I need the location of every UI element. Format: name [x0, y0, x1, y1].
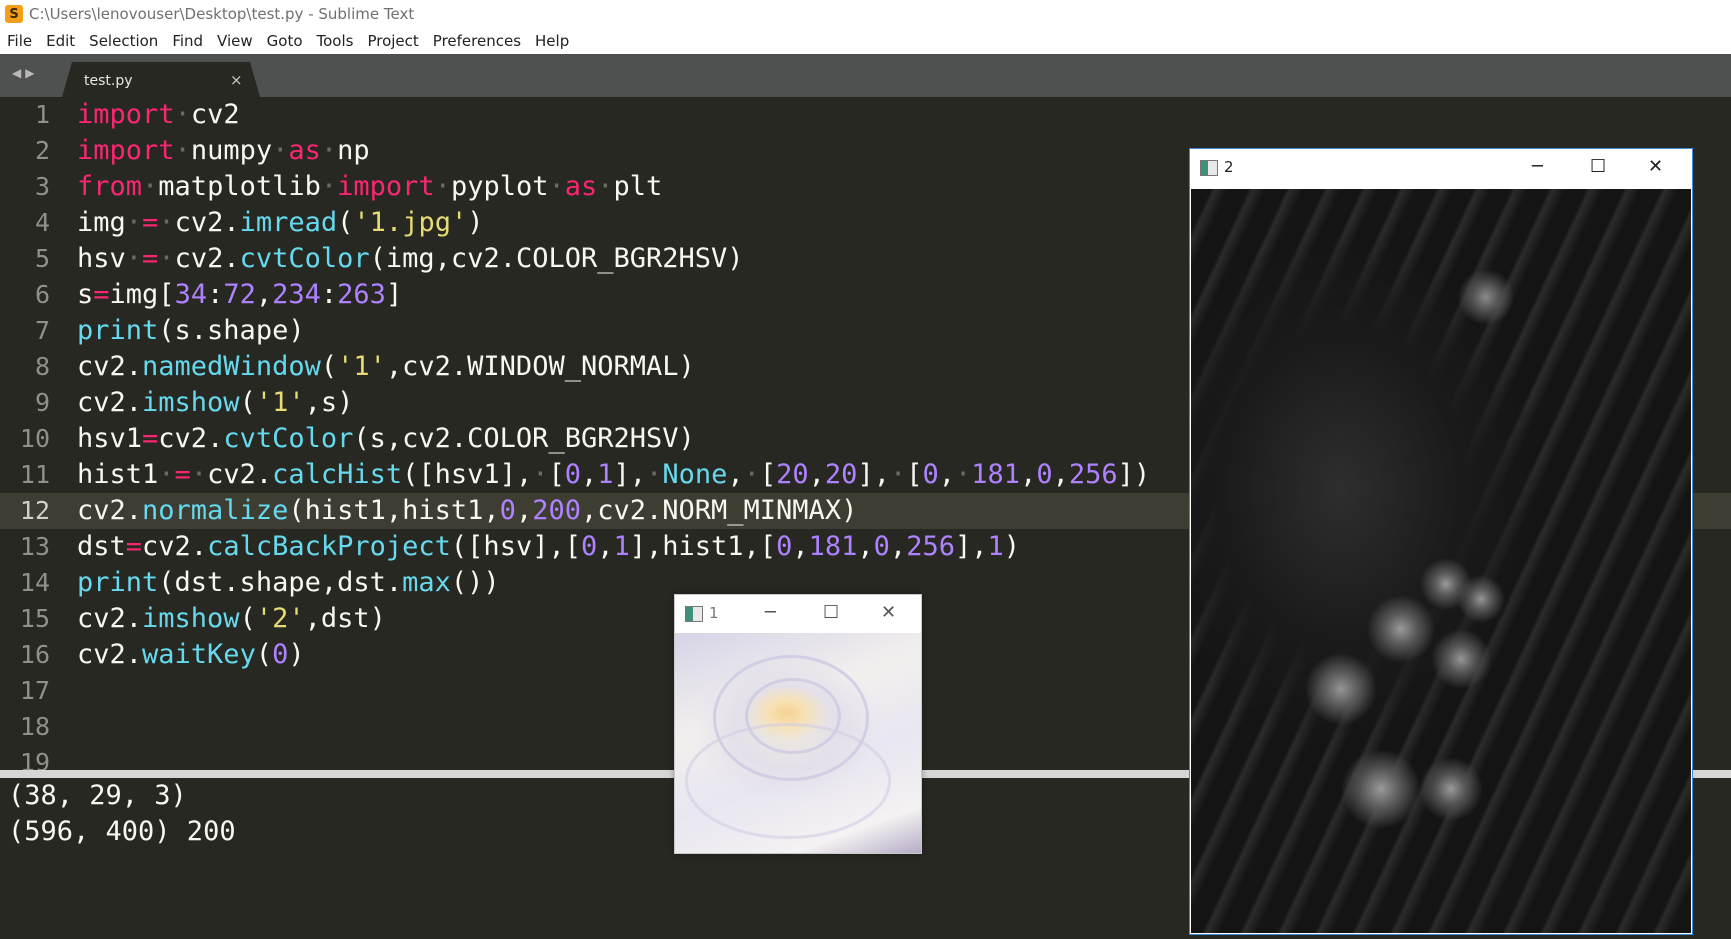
window-1-titlebar[interactable]: 1 ─ ☐ ✕: [675, 595, 921, 633]
line-number: 10: [19, 424, 50, 453]
line-number: 5: [34, 244, 50, 273]
code-line[interactable]: cv2.imshow('2',dst): [77, 601, 386, 637]
code-line[interactable]: cv2.normalize(hist1,hist1,0,200,cv2.NORM…: [77, 493, 857, 529]
close-icon[interactable]: ✕: [1648, 156, 1663, 177]
output-line: (38, 29, 3): [8, 780, 187, 811]
tab-label: test.py: [84, 73, 133, 89]
window-title: C:\Users\lenovouser\Desktop\test.py - Su…: [29, 5, 415, 23]
line-number: 19: [19, 748, 50, 770]
menu-selection[interactable]: Selection: [82, 28, 165, 54]
line-number: 3: [34, 172, 50, 201]
window-app-icon: [685, 606, 703, 622]
line-number: 1: [34, 100, 50, 129]
line-number: 16: [19, 640, 50, 669]
line-number-gutter: 1 2 3 4 5 6 7 8 9 10 11 12 13 14 15 16 1…: [0, 97, 62, 770]
image-window-2[interactable]: 2 ─ ☐ ✕: [1189, 148, 1693, 935]
line-number: 18: [19, 712, 50, 741]
code-line[interactable]: print(dst.shape,dst.max()): [77, 565, 500, 601]
maximize-icon[interactable]: ☐: [1590, 156, 1606, 177]
menu-file[interactable]: File: [0, 28, 39, 54]
image-window-1[interactable]: 1 ─ ☐ ✕: [674, 594, 922, 854]
line-number-current: 12: [19, 496, 50, 525]
menu-project[interactable]: Project: [360, 28, 425, 54]
output-line: (596, 400) 200: [8, 816, 236, 847]
close-icon[interactable]: ✕: [881, 602, 896, 623]
minimize-icon[interactable]: ─: [1532, 156, 1543, 177]
window-2-titlebar[interactable]: 2 ─ ☐ ✕: [1190, 149, 1692, 187]
code-line[interactable]: s=img[34:72,234:263]: [77, 277, 402, 313]
line-number: 2: [34, 136, 50, 165]
code-line[interactable]: img·=·cv2.imread('1.jpg'): [77, 205, 483, 241]
line-number: 9: [34, 388, 50, 417]
code-line[interactable]: hsv1=cv2.cvtColor(s,cv2.COLOR_BGR2HSV): [77, 421, 695, 457]
line-number: 14: [19, 568, 50, 597]
line-number: 11: [19, 460, 50, 489]
code-line[interactable]: print(s.shape): [77, 313, 305, 349]
code-line[interactable]: cv2.waitKey(0): [77, 637, 305, 673]
code-line[interactable]: cv2.namedWindow('1',cv2.WINDOW_NORMAL): [77, 349, 695, 385]
menu-bar: File Edit Selection Find View Goto Tools…: [0, 28, 1731, 54]
title-bar: S C:\Users\lenovouser\Desktop\test.py - …: [0, 0, 1731, 28]
line-number: 8: [34, 352, 50, 381]
code-line[interactable]: import·cv2: [77, 97, 240, 133]
tab-close-icon[interactable]: ×: [230, 71, 243, 89]
image-canvas-backprojection: [1191, 189, 1691, 933]
code-line[interactable]: dst=cv2.calcBackProject([hsv],[0,1],hist…: [77, 529, 1020, 565]
menu-preferences[interactable]: Preferences: [426, 28, 528, 54]
window-2-title: 2: [1224, 158, 1234, 176]
menu-help[interactable]: Help: [528, 28, 576, 54]
tab-bar: ◀▶ test.py ×: [0, 54, 1731, 97]
line-number: 17: [19, 676, 50, 705]
image-canvas-rose-crop: [675, 633, 921, 853]
code-line[interactable]: cv2.imshow('1',s): [77, 385, 353, 421]
line-number: 13: [19, 532, 50, 561]
menu-view[interactable]: View: [210, 28, 260, 54]
minimize-icon[interactable]: ─: [765, 602, 776, 623]
maximize-icon[interactable]: ☐: [823, 602, 839, 623]
code-line[interactable]: hist1·=·cv2.calcHist([hsv1],·[0,1],·None…: [77, 457, 1150, 493]
menu-edit[interactable]: Edit: [39, 28, 82, 54]
tab-test-py[interactable]: test.py ×: [62, 62, 260, 97]
code-line[interactable]: import·numpy·as·np: [77, 133, 370, 169]
tab-nav-arrows-icon[interactable]: ◀▶: [12, 66, 38, 80]
window-app-icon: [1200, 160, 1218, 176]
menu-tools[interactable]: Tools: [310, 28, 361, 54]
menu-find[interactable]: Find: [165, 28, 210, 54]
line-number: 6: [34, 280, 50, 309]
line-number: 7: [34, 316, 50, 345]
menu-goto[interactable]: Goto: [260, 28, 310, 54]
window-1-title: 1: [709, 604, 719, 622]
code-line[interactable]: hsv·=·cv2.cvtColor(img,cv2.COLOR_BGR2HSV…: [77, 241, 744, 277]
line-number: 15: [19, 604, 50, 633]
code-line[interactable]: from·matplotlib·import·pyplot·as·plt: [77, 169, 662, 205]
sublime-logo-icon: S: [5, 5, 23, 23]
line-number: 4: [34, 208, 50, 237]
